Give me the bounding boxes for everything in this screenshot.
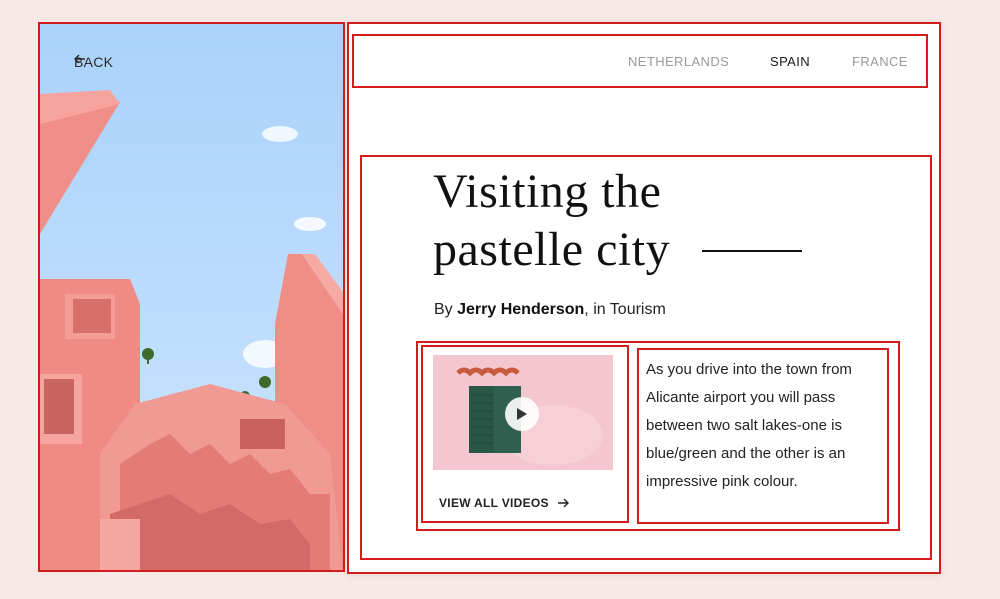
arrow-right-icon: [557, 498, 569, 508]
view-all-videos-link[interactable]: VIEW ALL VIDEOS: [439, 496, 569, 510]
hero-image-panel: BACK: [38, 22, 345, 572]
pink-architecture-image: [40, 24, 343, 570]
arrow-left-icon: [74, 54, 85, 64]
play-icon: [517, 408, 527, 420]
article-byline: By Jerry Henderson, in Tourism: [434, 301, 666, 318]
view-all-videos-label: VIEW ALL VIDEOS: [439, 496, 549, 510]
play-button[interactable]: [505, 397, 539, 431]
article-title: Visiting the pastelle city: [433, 165, 671, 276]
article-excerpt: As you drive into the town from Alicante…: [646, 361, 852, 490]
back-link[interactable]: BACK: [74, 54, 113, 70]
country-nav: NETHERLANDS SPAIN FRANCE: [352, 34, 928, 88]
author-name[interactable]: Jerry Henderson: [457, 301, 584, 318]
nav-item-netherlands[interactable]: NETHERLANDS: [628, 54, 729, 69]
nav-item-france[interactable]: FRANCE: [852, 54, 908, 69]
nav-item-spain[interactable]: SPAIN: [770, 54, 810, 69]
title-decorative-line: [702, 250, 802, 252]
